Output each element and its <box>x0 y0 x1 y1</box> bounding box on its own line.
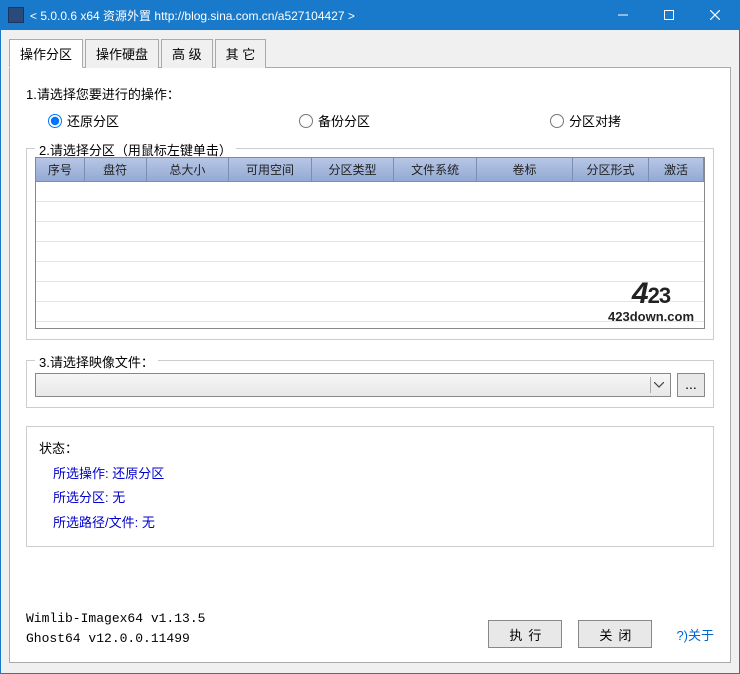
watermark: 442323 423down.com <box>608 279 694 324</box>
section1-label: 1.请选择您要进行的操作： <box>26 84 714 103</box>
chevron-down-icon <box>650 377 666 393</box>
radio-restore-label: 还原分区 <box>67 111 119 130</box>
version-info: Wimlib-Imagex64 v1.13.5 Ghost64 v12.0.0.… <box>26 609 205 648</box>
window-title: < 5.0.0.6 x64 资源外置 http://blog.sina.com.… <box>30 7 600 24</box>
table-row[interactable] <box>36 182 704 202</box>
window-controls <box>600 0 738 30</box>
radio-backup-partition[interactable]: 备份分区 <box>299 111 370 130</box>
close-dialog-button[interactable]: 关闭 <box>578 620 652 648</box>
browse-button[interactable]: ... <box>677 373 705 397</box>
image-file-combo[interactable] <box>35 373 671 397</box>
maximize-button[interactable] <box>646 0 692 30</box>
tab-other[interactable]: 其 它 <box>215 39 267 68</box>
section3-legend: 3.请选择映像文件： <box>35 352 158 371</box>
radio-backup-label: 备份分区 <box>318 111 370 130</box>
col-drive[interactable]: 盘符 <box>84 158 146 182</box>
operation-radio-group: 还原分区 备份分区 分区对拷 <box>26 111 714 130</box>
version-wimlib: Wimlib-Imagex64 v1.13.5 <box>26 609 205 629</box>
window-body: 操作分区 操作硬盘 高 级 其 它 1.请选择您要进行的操作： 还原分区 备份分… <box>0 30 740 674</box>
version-ghost: Ghost64 v12.0.0.11499 <box>26 629 205 649</box>
app-icon <box>8 7 24 23</box>
table-row[interactable] <box>36 282 704 302</box>
radio-restore-partition[interactable]: 还原分区 <box>48 111 119 130</box>
col-partition-type[interactable]: 分区类型 <box>311 158 394 182</box>
partition-table-wrap[interactable]: 序号 盘符 总大小 可用空间 分区类型 文件系统 卷标 分区形式 激活 <box>35 157 705 329</box>
radio-copy-label: 分区对拷 <box>569 111 621 130</box>
close-button[interactable] <box>692 0 738 30</box>
tab-panel: 1.请选择您要进行的操作： 还原分区 备份分区 分区对拷 2.请选择分区（用鼠标… <box>9 67 731 663</box>
table-row[interactable] <box>36 262 704 282</box>
table-row[interactable] <box>36 222 704 242</box>
tab-operate-disk[interactable]: 操作硬盘 <box>85 39 159 68</box>
col-active[interactable]: 激活 <box>648 158 703 182</box>
status-partition: 所选分区: 无 <box>39 486 701 511</box>
tab-bar: 操作分区 操作硬盘 高 级 其 它 <box>9 39 731 68</box>
table-header-row: 序号 盘符 总大小 可用空间 分区类型 文件系统 卷标 分区形式 激活 <box>36 158 704 182</box>
section-partition-select: 2.请选择分区（用鼠标左键单击） 序号 盘符 总大小 可用空间 分区类型 <box>26 148 714 340</box>
col-index[interactable]: 序号 <box>36 158 84 182</box>
col-partition-style[interactable]: 分区形式 <box>573 158 649 182</box>
status-title: 状态： <box>39 437 701 462</box>
col-free-space[interactable]: 可用空间 <box>229 158 312 182</box>
minimize-button[interactable] <box>600 0 646 30</box>
radio-copy-input[interactable] <box>550 114 564 128</box>
section-operation: 1.请选择您要进行的操作： 还原分区 备份分区 分区对拷 <box>26 84 714 130</box>
radio-copy-partition[interactable]: 分区对拷 <box>550 111 621 130</box>
col-volume-label[interactable]: 卷标 <box>476 158 572 182</box>
footer: Wimlib-Imagex64 v1.13.5 Ghost64 v12.0.0.… <box>26 609 714 648</box>
tab-advanced[interactable]: 高 级 <box>161 39 213 68</box>
radio-backup-input[interactable] <box>299 114 313 128</box>
execute-button[interactable]: 执行 <box>488 620 562 648</box>
status-path: 所选路径/文件: 无 <box>39 511 701 536</box>
table-body <box>36 182 704 322</box>
footer-buttons: 执行 关闭 ?)关于 <box>488 620 714 648</box>
table-row[interactable] <box>36 242 704 262</box>
status-operation: 所选操作: 还原分区 <box>39 462 701 487</box>
about-link[interactable]: ?)关于 <box>676 625 714 644</box>
col-filesystem[interactable]: 文件系统 <box>394 158 477 182</box>
col-total-size[interactable]: 总大小 <box>146 158 229 182</box>
titlebar: < 5.0.0.6 x64 资源外置 http://blog.sina.com.… <box>0 0 740 30</box>
radio-restore-input[interactable] <box>48 114 62 128</box>
table-row[interactable] <box>36 202 704 222</box>
status-box: 状态： 所选操作: 还原分区 所选分区: 无 所选路径/文件: 无 <box>26 426 714 547</box>
table-row[interactable] <box>36 302 704 322</box>
partition-table: 序号 盘符 总大小 可用空间 分区类型 文件系统 卷标 分区形式 激活 <box>36 158 704 322</box>
section-image-file: 3.请选择映像文件： ... <box>26 360 714 408</box>
watermark-url: 423down.com <box>608 309 694 324</box>
tab-operate-partition[interactable]: 操作分区 <box>9 39 83 68</box>
